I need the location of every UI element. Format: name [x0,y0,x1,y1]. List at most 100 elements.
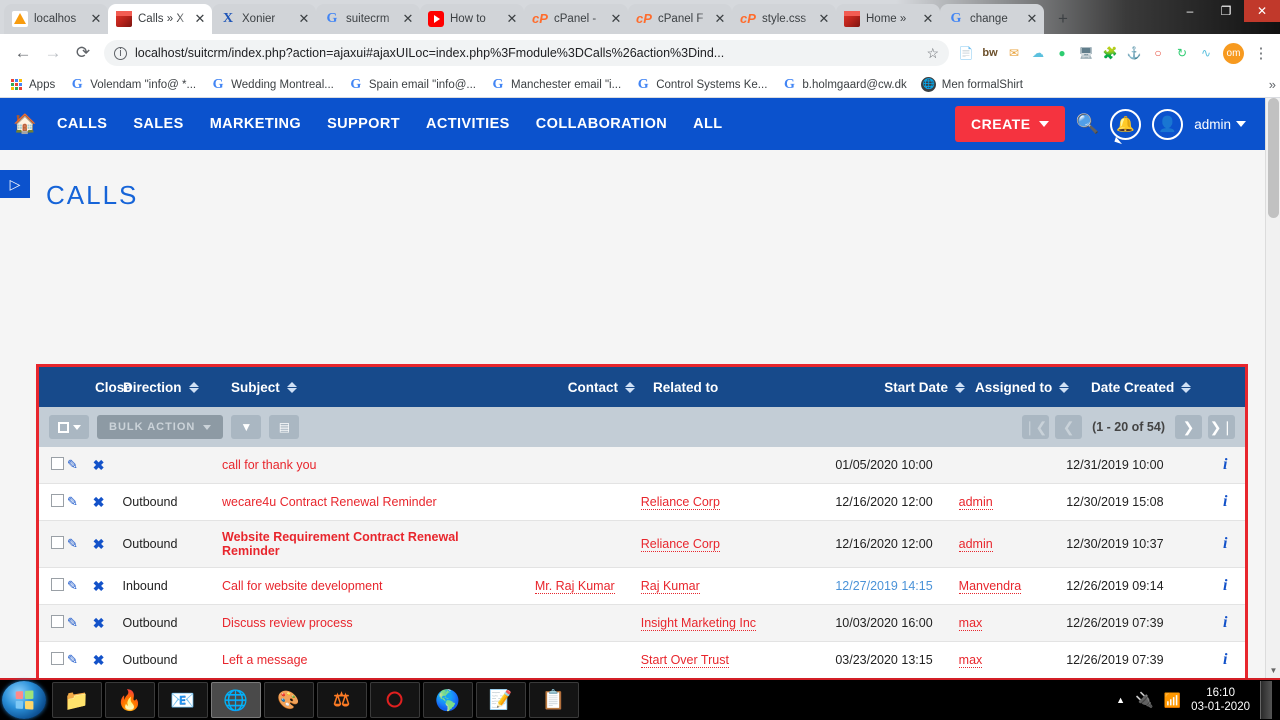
taskbar-firefox[interactable]: 🔥 [104,682,155,718]
browser-tab-7[interactable]: cP cPanel F ✕ [628,4,733,34]
contact-cell[interactable] [510,605,629,642]
taskbar-edge-canary[interactable]: 🌎 [422,682,473,718]
column-header-assigned-to[interactable]: Assigned to [965,380,1083,395]
contact-cell[interactable] [510,447,629,484]
page-scrollbar[interactable]: ▲ ▼ [1265,98,1280,678]
table-row[interactable]: ✎ ✖ call for thank you 01/05/2020 10:00 12/3… [39,447,1245,484]
cell-link[interactable]: Reliance Corp [640,537,720,552]
sort-icon[interactable] [955,381,965,393]
browser-tab-3[interactable]: X Xonier ✕ [212,4,317,34]
row-checkbox[interactable] [51,615,64,628]
taskbar-opera[interactable]: ⭘ [369,682,420,718]
row-info-cell[interactable]: i [1205,568,1245,605]
assigned-to-cell[interactable]: max [947,605,1057,642]
table-row[interactable]: ✎ ✖ Inbound Call for website development Mr.… [39,567,1245,605]
reload-icon[interactable]: ⟳ [68,38,98,68]
cell-link[interactable]: max [958,653,983,668]
sidebar-toggle-button[interactable]: ▷ [0,170,30,198]
taskbar-file-explorer[interactable]: 📁 [51,682,102,718]
row-select-cell[interactable] [39,568,67,605]
next-page-button[interactable]: ❯ [1175,415,1202,439]
x-delete-icon[interactable]: ✖ [93,578,105,594]
subject-cell[interactable]: call for thank you [222,447,510,484]
first-page-button[interactable]: ❘❮ [1022,415,1050,439]
row-checkbox[interactable] [51,494,64,507]
subject-cell[interactable]: Discuss review process [222,605,510,642]
green-dot-extension-icon[interactable]: ● [1051,42,1073,64]
info-icon[interactable]: i [1223,493,1227,510]
pencil-icon[interactable]: ✎ [67,494,78,509]
contact-cell[interactable] [510,521,629,568]
close-icon[interactable]: ✕ [921,12,935,26]
browser-tab-4[interactable]: G suitecrm ✕ [316,4,421,34]
cell-link[interactable]: Reliance Corp [640,495,720,510]
close-icon[interactable]: ✕ [193,12,207,26]
home-icon[interactable]: 🏠 [10,112,40,136]
bookmarks-overflow-icon[interactable]: » [1269,77,1276,92]
create-button[interactable]: CREATE [955,106,1065,142]
row-checkbox[interactable] [51,457,64,470]
browser-tab-5[interactable]: How to ✕ [420,4,525,34]
close-icon[interactable]: ✕ [817,12,831,26]
bookmark-item[interactable]: G b.holmgaard@cw.dk [781,77,907,93]
nav-item-activities[interactable]: ACTIVITIES [413,116,523,132]
browser-tab-2[interactable]: Calls » X ✕ [108,4,212,34]
related-to-cell[interactable]: Insight Marketing Inc [629,605,803,642]
row-select-cell[interactable] [39,642,67,679]
site-info-icon[interactable]: i [114,46,127,60]
close-icon[interactable]: ✕ [401,12,415,26]
column-header-direction[interactable]: Direction [123,380,231,395]
pencil-icon[interactable]: ✎ [67,578,78,593]
row-info-cell[interactable]: i [1205,605,1245,642]
cell-link[interactable]: Mr. Raj Kumar [534,579,615,594]
assigned-to-cell[interactable]: Manvendra [947,568,1057,605]
last-page-button[interactable]: ❯❘ [1208,415,1235,439]
pencil-icon[interactable]: ✎ [67,652,78,667]
nav-item-support[interactable]: SUPPORT [314,116,413,132]
row-close-cell[interactable]: ✖ [93,568,123,605]
related-to-cell[interactable]: Reliance Corp [629,521,803,568]
cell-link[interactable]: max [958,616,983,631]
contacts-extension-icon[interactable]: 📄 [955,42,977,64]
cell-link[interactable]: Raj Kumar [640,579,700,594]
close-icon[interactable]: ✕ [1025,12,1039,26]
cell-link[interactable]: Start Over Trust [640,653,729,668]
taskbar-xampp[interactable]: ⚖ [316,682,367,718]
browser-tab-10[interactable]: G change ✕ [940,4,1044,34]
assigned-to-cell[interactable] [947,447,1057,484]
scrollbar-thumb[interactable] [1268,98,1279,218]
table-row[interactable]: ✎ ✖ Outbound Discuss review process Insight … [39,604,1245,642]
info-icon[interactable]: i [1223,651,1227,668]
start-button[interactable] [2,681,46,719]
bookmark-item[interactable]: G Wedding Montreal... [210,77,334,93]
row-checkbox[interactable] [51,578,64,591]
row-edit-cell[interactable]: ✎ [67,447,93,484]
subject-cell[interactable]: wecare4u Contract Renewal Reminder [222,484,510,521]
maximize-button[interactable]: ❐ [1208,0,1244,22]
user-menu[interactable]: admin [1194,117,1246,132]
row-select-cell[interactable] [39,605,67,642]
assigned-to-cell[interactable]: max [947,642,1057,679]
subject-cell[interactable]: Left a message [222,642,510,679]
cell-link[interactable]: admin [958,537,993,552]
pencil-icon[interactable]: ✎ [67,615,78,630]
row-select-cell[interactable] [39,521,67,568]
info-icon[interactable]: i [1223,456,1227,473]
cell-link[interactable]: wecare4u Contract Renewal Reminder [222,495,437,509]
close-icon[interactable]: ✕ [297,12,311,26]
scroll-down-icon[interactable]: ▼ [1266,663,1280,678]
browser-menu-icon[interactable]: ⋮ [1250,42,1272,64]
x-delete-icon[interactable]: ✖ [93,494,105,510]
refresh-extension-icon[interactable]: ↻ [1171,42,1193,64]
assigned-to-cell[interactable]: admin [947,521,1057,568]
table-row[interactable]: ✎ ✖ Outbound Website Requirement Contract R… [39,520,1245,568]
row-info-cell[interactable]: i [1205,521,1245,568]
x-delete-icon[interactable]: ✖ [93,536,105,552]
sort-icon[interactable] [1059,381,1070,393]
anchor-extension-icon[interactable]: ⚓ [1123,42,1145,64]
bookmark-item[interactable]: G Spain email "info@... [348,77,476,93]
search-icon[interactable]: 🔍 [1076,112,1100,136]
taskbar-chrome[interactable]: 🌐 [210,682,261,718]
column-header-date-created[interactable]: Date Created [1083,380,1245,395]
table-row[interactable]: ✎ ✖ Outbound Left a message Start Over Trust… [39,641,1245,679]
